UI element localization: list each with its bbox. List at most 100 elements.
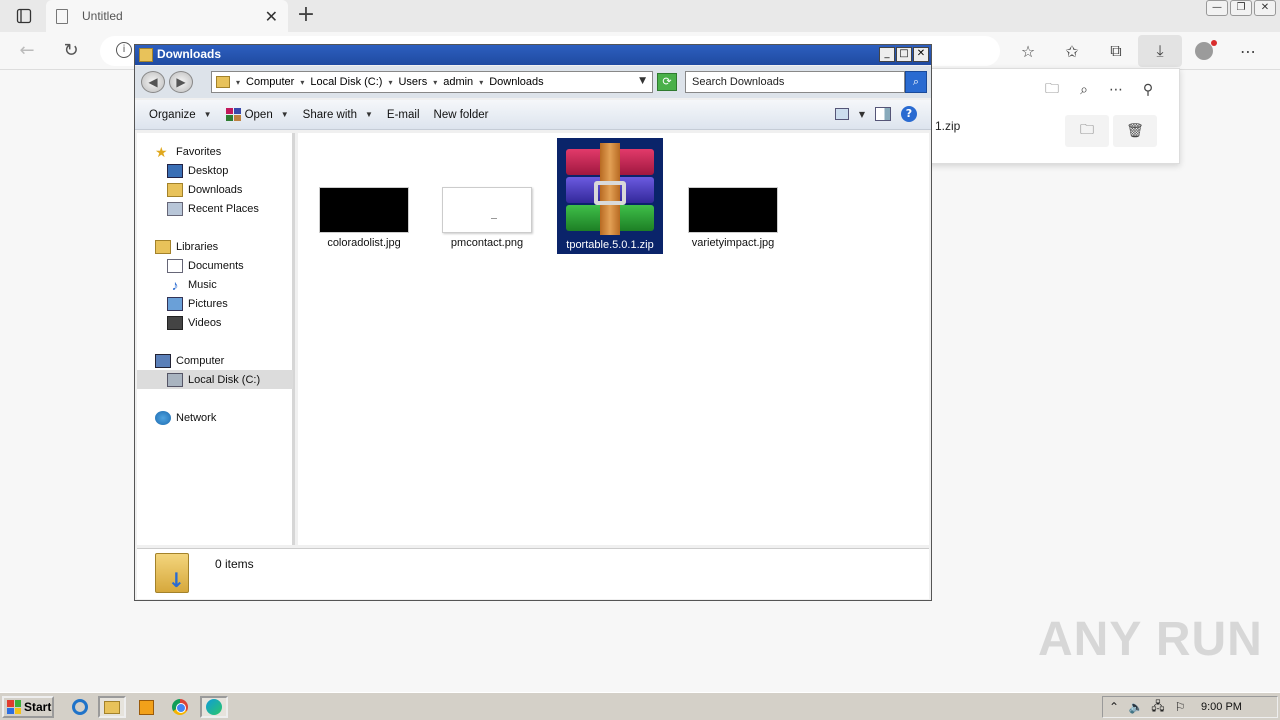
show-in-folder-icon[interactable]: 🗀	[1065, 115, 1109, 147]
windows-flag-icon	[7, 700, 21, 714]
close-icon[interactable]: ✕	[913, 47, 929, 62]
nav-item-pictures[interactable]: Pictures	[167, 297, 228, 311]
file-item-selected[interactable]: tportable.5.0.1.zip	[557, 138, 663, 254]
email-button[interactable]: E-mail	[387, 109, 420, 121]
file-item[interactable]: varietyimpact.jpg	[681, 187, 785, 249]
taskbar-explorer[interactable]	[98, 696, 126, 718]
navigation-pane: ★ Favorites Desktop Downloads Recent Pla…	[137, 133, 295, 545]
nav-label: Desktop	[188, 165, 229, 177]
minimize-icon[interactable]: _	[879, 47, 895, 62]
breadcrumb-downloads[interactable]: Downloads	[489, 76, 543, 88]
taskbar-edge[interactable]	[200, 696, 228, 718]
start-button[interactable]: Start	[2, 696, 54, 718]
add-favorite-icon[interactable]: ☆	[1006, 35, 1050, 67]
tab-close-icon[interactable]: ✕	[265, 7, 278, 26]
nav-item-downloads[interactable]: Downloads	[167, 183, 242, 197]
collections-icon[interactable]: ⧉	[1094, 35, 1138, 67]
more-options-icon[interactable]: ⋯	[1226, 35, 1270, 67]
refresh-button[interactable]: ⟳	[657, 73, 677, 91]
profile-button[interactable]	[1182, 35, 1226, 67]
chevron-right-icon[interactable]: ▾	[388, 78, 392, 87]
taskbar-media-player[interactable]	[132, 696, 160, 718]
media-player-icon	[138, 699, 154, 715]
nav-item-local-disk[interactable]: Local Disk (C:)	[137, 370, 293, 389]
network-tray-icon[interactable]: 🖧	[1147, 697, 1169, 718]
minimize-icon[interactable]: —	[1206, 0, 1228, 16]
drive-icon	[167, 372, 183, 387]
refresh-icon[interactable]: ↻	[60, 40, 82, 62]
preview-pane-icon[interactable]	[875, 107, 891, 121]
info-icon[interactable]: i	[116, 42, 132, 58]
window-title: Downloads	[157, 47, 222, 61]
chevron-right-icon[interactable]: ▾	[479, 78, 483, 87]
system-tray: ⌃ 🔈 🖧 ⚐ 9:00 PM	[1102, 696, 1278, 718]
open-folder-icon[interactable]: 🗀	[1041, 79, 1063, 101]
nav-label: Local Disk (C:)	[188, 373, 261, 386]
organize-button[interactable]: Organize ▼	[149, 109, 212, 121]
close-icon[interactable]: ✕	[1254, 0, 1276, 16]
new-tab-button[interactable]: +	[294, 4, 318, 28]
nav-item-favorites[interactable]: ★ Favorites	[155, 145, 221, 159]
breadcrumb-admin[interactable]: admin	[443, 76, 473, 88]
volume-icon[interactable]: 🔈	[1125, 700, 1147, 714]
nav-item-documents[interactable]: Documents	[167, 259, 244, 273]
taskbar-chrome[interactable]	[166, 696, 194, 718]
nav-item-computer[interactable]: Computer	[155, 354, 224, 368]
clock[interactable]: 9:00 PM	[1201, 701, 1242, 713]
show-hidden-icons-icon[interactable]: ⌃	[1103, 700, 1125, 714]
search-icon[interactable]: ⌕	[1073, 79, 1095, 101]
favorites-icon[interactable]: ✩	[1050, 35, 1094, 67]
folder-icon	[104, 700, 120, 714]
email-label: E-mail	[386, 108, 420, 121]
more-icon[interactable]: ⋯	[1105, 79, 1127, 101]
tab-actions-icon[interactable]	[8, 4, 40, 28]
taskbar-ie[interactable]	[66, 696, 94, 718]
nav-item-music[interactable]: ♪ Music	[167, 278, 217, 292]
open-button[interactable]: Open ▼	[225, 108, 289, 121]
explorer-titlebar[interactable]: Downloads _ □ ✕	[135, 45, 931, 65]
action-center-flag-icon[interactable]: ⚐	[1169, 700, 1191, 714]
breadcrumb-local-disk[interactable]: Local Disk (C:)	[310, 76, 382, 88]
organize-label: Organize	[149, 108, 196, 121]
chevron-down-icon[interactable]: ▼	[859, 110, 865, 119]
chevron-down-icon[interactable]: ▼	[639, 76, 646, 86]
chevron-right-icon[interactable]: ▾	[236, 78, 240, 87]
nav-item-network[interactable]: Network	[155, 411, 216, 425]
search-icon[interactable]: ⌕	[905, 71, 927, 93]
nav-item-libraries[interactable]: Libraries	[155, 240, 218, 254]
breadcrumb-computer[interactable]: Computer	[246, 76, 294, 88]
download-item-name[interactable]: 1.zip	[935, 119, 960, 133]
forward-button[interactable]: ▶	[169, 71, 193, 93]
view-controls: ▼ ?	[834, 106, 917, 122]
pin-icon[interactable]: ⚲	[1137, 79, 1159, 101]
back-button[interactable]: ◀	[141, 71, 165, 93]
nav-item-desktop[interactable]: Desktop	[167, 164, 228, 178]
breadcrumb-users[interactable]: Users	[398, 76, 427, 88]
delete-icon[interactable]: 🗑	[1113, 115, 1157, 147]
breadcrumb[interactable]: ▾ Computer ▾ Local Disk (C:) ▾ Users ▾ a…	[211, 71, 653, 93]
music-icon: ♪	[171, 277, 179, 293]
browser-window-controls: — ❐ ✕	[1206, 0, 1276, 16]
search-input[interactable]: Search Downloads	[685, 71, 905, 93]
maximize-icon[interactable]: □	[896, 47, 912, 62]
share-with-button[interactable]: Share with ▼	[303, 109, 373, 121]
downloads-icon[interactable]: ⤓	[1138, 35, 1182, 67]
nav-label: Downloads	[188, 184, 243, 196]
chevron-right-icon[interactable]: ▾	[433, 78, 437, 87]
nav-item-videos[interactable]: Videos	[167, 316, 221, 330]
nav-item-recent-places[interactable]: Recent Places	[167, 202, 259, 216]
chevron-right-icon[interactable]: ▾	[300, 78, 304, 87]
new-folder-button[interactable]: New folder	[434, 109, 489, 121]
tab-strip: Untitled ✕ + — ❐ ✕	[0, 0, 1280, 32]
file-name: coloradolist.jpg	[327, 237, 401, 249]
folder-icon	[139, 48, 153, 62]
browser-tab[interactable]: Untitled ✕	[46, 0, 288, 32]
nav-label: Documents	[188, 260, 244, 272]
restore-icon[interactable]: ❐	[1230, 0, 1252, 16]
help-icon[interactable]: ?	[901, 106, 917, 122]
back-arrow-icon[interactable]: ←	[16, 40, 38, 62]
file-item[interactable]: pmcontact.png	[435, 187, 539, 249]
file-name: varietyimpact.jpg	[691, 237, 775, 249]
change-view-icon[interactable]	[834, 108, 849, 120]
file-item[interactable]: coloradolist.jpg	[312, 187, 416, 249]
